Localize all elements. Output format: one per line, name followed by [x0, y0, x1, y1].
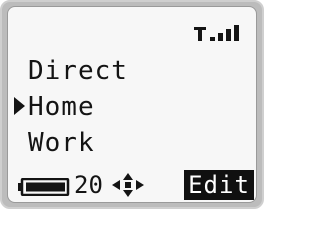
- selection-cursor-icon: [14, 97, 25, 115]
- battery-level-value: 20: [74, 171, 103, 199]
- edit-softkey[interactable]: Edit: [184, 170, 254, 200]
- signal-strength-icon: [194, 25, 239, 41]
- menu-item-work[interactable]: Work: [28, 128, 95, 158]
- menu-item-direct[interactable]: Direct: [28, 56, 128, 86]
- four-way-navigation-icon: [112, 173, 144, 197]
- battery-icon: [18, 178, 70, 196]
- menu-item-home[interactable]: Home: [28, 92, 95, 122]
